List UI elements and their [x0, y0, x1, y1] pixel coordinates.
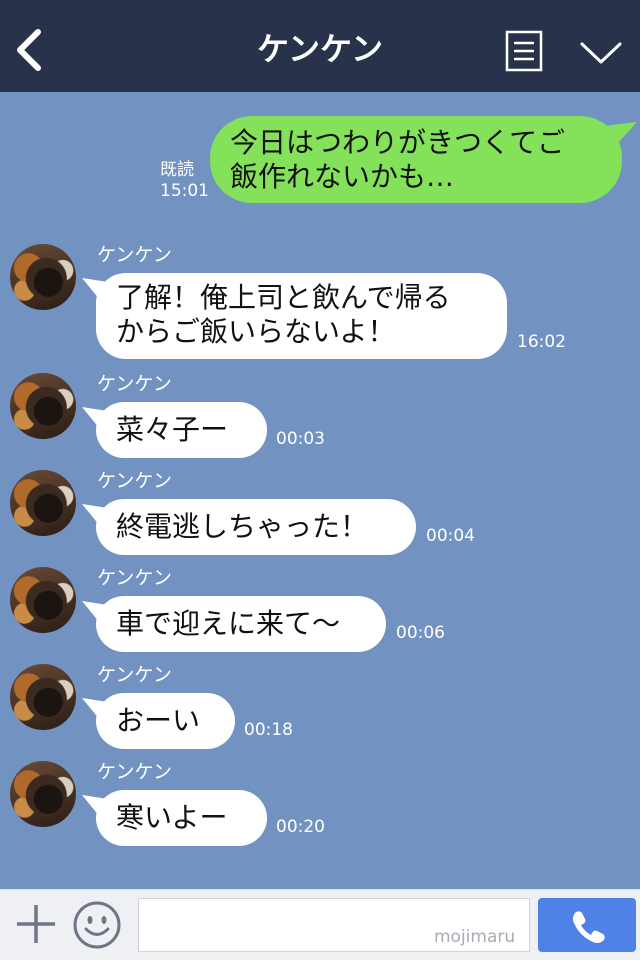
message-line: からご飯いらないよ！	[116, 315, 396, 348]
message-time: 00:04	[426, 526, 475, 546]
menu-button[interactable]	[505, 30, 543, 72]
back-button[interactable]	[8, 24, 52, 76]
sender-name: ケンケン	[97, 664, 172, 686]
sender-name: ケンケン	[97, 567, 172, 589]
message-bubble[interactable]: 終電逃しちゃった！	[96, 499, 416, 555]
read-receipt: 既読 15:01	[160, 160, 209, 202]
watermark-text: mojimaru	[434, 927, 516, 947]
message-bubble[interactable]: 寒いよー	[96, 790, 267, 846]
phone-icon	[572, 911, 605, 944]
message-time: 16:02	[517, 332, 566, 352]
sent-message-bubble[interactable]: 今日はつわりがきつくてご 飯作れないかも…	[210, 116, 622, 203]
message-line: 了解！俺上司と飲んで帰る	[116, 281, 451, 314]
sender-name: ケンケン	[97, 244, 172, 266]
sender-avatar[interactable]	[10, 244, 76, 310]
add-button[interactable]	[14, 902, 58, 946]
message-time: 00:18	[244, 720, 293, 740]
message-time: 00:20	[276, 817, 325, 837]
message-bubble[interactable]: おーい	[96, 693, 235, 749]
message-bubble[interactable]: 菜々子ー	[96, 402, 267, 458]
chat-header: ケンケン	[0, 0, 640, 92]
collapse-button[interactable]	[578, 38, 624, 68]
sent-time: 15:01	[160, 181, 209, 201]
document-list-icon	[505, 30, 543, 72]
sender-avatar[interactable]	[10, 664, 76, 730]
message-time: 00:03	[276, 429, 325, 449]
sent-message-line: 今日はつわりがきつくてご	[230, 126, 566, 159]
sent-message-line: 飯作れないかも…	[230, 160, 455, 193]
message-bubble[interactable]: 車で迎えに来て〜	[96, 596, 386, 652]
message-time: 00:06	[396, 623, 445, 643]
sender-avatar[interactable]	[10, 470, 76, 536]
sender-avatar[interactable]	[10, 761, 76, 827]
emoji-button[interactable]	[72, 900, 122, 950]
call-button[interactable]	[538, 898, 636, 952]
sender-avatar[interactable]	[10, 373, 76, 439]
plus-icon	[17, 905, 55, 943]
smiley-icon	[73, 901, 121, 949]
message-bubble[interactable]: 了解！俺上司と飲んで帰る からご飯いらないよ！	[96, 273, 507, 359]
message-input-bar: mojimaru	[0, 889, 640, 960]
sender-name: ケンケン	[97, 470, 172, 492]
sender-name: ケンケン	[97, 373, 172, 395]
chat-area[interactable]: 既読 15:01 今日はつわりがきつくてご 飯作れないかも… ケンケン 了解！俺…	[0, 92, 640, 889]
chat-title: ケンケン	[256, 30, 384, 68]
read-status: 既読	[160, 160, 194, 180]
sender-name: ケンケン	[97, 761, 172, 783]
sender-avatar[interactable]	[10, 567, 76, 633]
chevron-down-icon	[580, 42, 622, 64]
chevron-left-icon	[17, 29, 41, 71]
